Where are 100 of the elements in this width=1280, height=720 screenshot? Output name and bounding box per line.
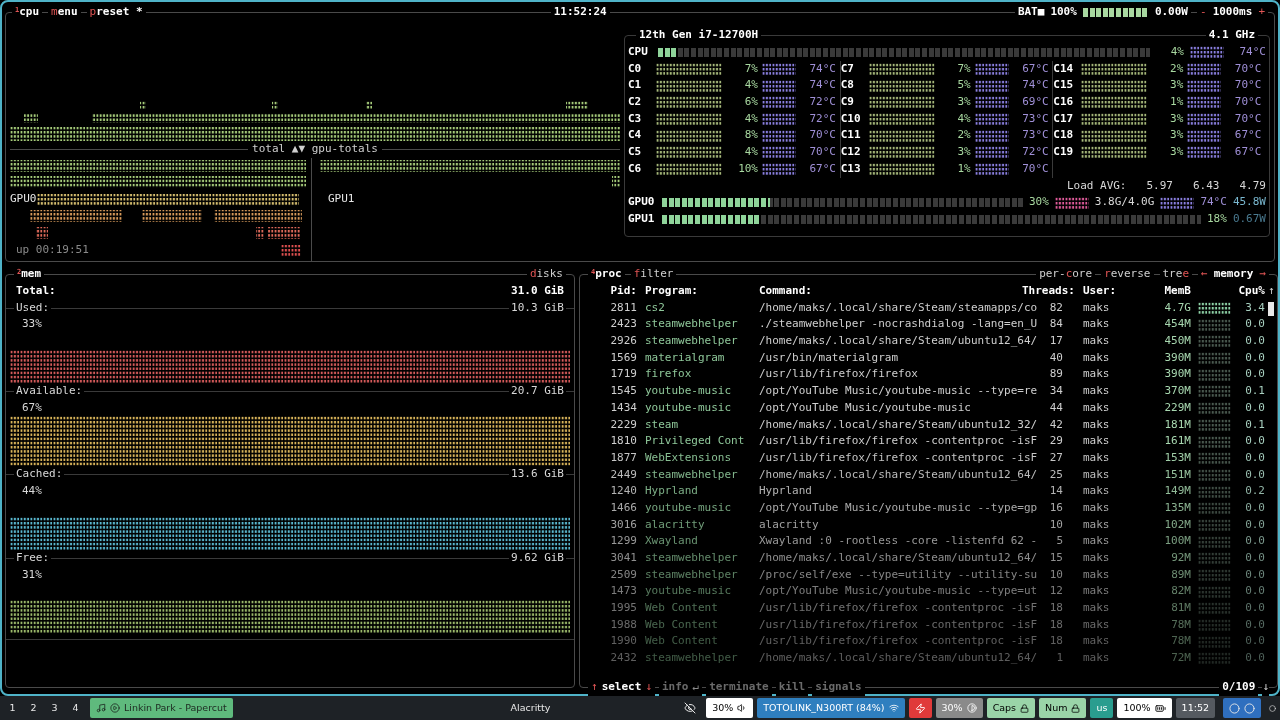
workspace-button[interactable]: 1	[4, 703, 21, 713]
load-average-value: 5.97	[1146, 177, 1173, 194]
temperature-meter-drawing	[974, 113, 1009, 126]
temperature-meter-drawing	[762, 63, 796, 76]
temperature-meter-drawing	[974, 129, 1009, 142]
cpu-history-bar	[366, 101, 372, 109]
user-cell-text: maks	[1083, 299, 1111, 316]
lock-icon	[1020, 703, 1030, 713]
eye-off-icon[interactable]	[684, 702, 697, 714]
cpu-usage-mini-graph-drawing	[1198, 652, 1231, 665]
temperature-meter-drawing	[762, 96, 796, 109]
memory-cell-text: 390M	[1163, 366, 1191, 383]
tray-app-icon[interactable]	[1244, 702, 1255, 714]
core-usage-graph-drawing	[656, 63, 722, 76]
select-down-arrow[interactable]: ↓	[645, 679, 652, 696]
gpu-power: 0.67W	[1232, 210, 1266, 227]
music-note-icon	[96, 703, 106, 713]
core-usage-graph-drawing	[868, 63, 935, 76]
core-temperature: 72°C	[808, 110, 836, 127]
cpu-cell-text: 0.0	[1244, 433, 1265, 450]
cpu-usage-mini-graph-drawing	[1198, 368, 1231, 381]
sort-next[interactable]: →	[1259, 266, 1266, 283]
program-cell-text: steamwebhelper	[645, 650, 739, 667]
taskbar-clock[interactable]: 11:52	[1175, 698, 1215, 718]
cpu-cell-text: 0.0	[1244, 533, 1265, 550]
core-usage-graph-drawing	[1081, 96, 1148, 109]
temperature-meter-drawing	[1187, 146, 1222, 159]
threads-cell-text: 27	[1048, 449, 1063, 466]
interval-decrease[interactable]: -	[1200, 4, 1207, 21]
cpu-history-bar	[140, 101, 146, 109]
threads-cell-text: 89	[1048, 366, 1063, 383]
core-label: C2	[628, 94, 643, 111]
command-cell-text: /usr/lib/firefox/firefox -contentproc -isF	[759, 600, 1039, 617]
num-lock-indicator[interactable]: Num	[1039, 698, 1087, 718]
core-temperature: 74°C	[808, 60, 836, 77]
program-cell-text: steamwebhelper	[645, 566, 739, 583]
command-cell-text: /opt/YouTube Music/youtube-music	[759, 399, 972, 416]
program-cell-text: Web Content	[645, 616, 719, 633]
core-temperature: 70°C	[808, 127, 836, 144]
command-cell-text: Xwayland :0 -rootless -core -listenfd 62 -	[759, 533, 1039, 550]
scrollbar-thumb[interactable]	[1268, 301, 1274, 316]
sort-previous[interactable]: ←	[1201, 266, 1208, 283]
memory-cell-text: 78M	[1170, 616, 1191, 633]
memory-label: Used:	[15, 299, 51, 316]
scroll-up-arrow[interactable]: ↑	[1268, 283, 1275, 300]
command-cell-text: Hyprland	[759, 483, 813, 500]
process-action[interactable]: signals	[812, 679, 865, 696]
core-temperature: 72°C	[1021, 144, 1049, 161]
caps-lock-indicator[interactable]: Caps	[986, 698, 1036, 718]
process-action[interactable]: kill	[775, 679, 809, 696]
battery-indicator[interactable]: 100%	[1117, 698, 1172, 718]
command-cell-text: alacritty	[759, 516, 820, 533]
memory-cell-text: 135M	[1163, 499, 1191, 516]
threads-cell-text: 84	[1048, 316, 1063, 333]
process-action[interactable]: info ↵	[659, 679, 703, 696]
media-player[interactable]: Linkin Park - Papercut	[90, 698, 233, 718]
cpu-usage-mini-graph-drawing	[1198, 335, 1231, 348]
select-action[interactable]: select	[601, 679, 642, 696]
user-cell-text: maks	[1083, 416, 1111, 433]
core-percent: 2%	[956, 127, 971, 144]
program-cell-text: steamwebhelper	[645, 550, 739, 566]
core-percent: 2%	[1169, 60, 1184, 77]
command-cell-text: /usr/lib/firefox/firefox -contentproc -isF	[759, 449, 1039, 466]
interval-increase[interactable]: +	[1258, 4, 1265, 21]
workspace-button[interactable]: 2	[25, 703, 42, 713]
cpu-cell-text: 0.0	[1244, 466, 1265, 483]
user-cell-text: maks	[1083, 650, 1111, 667]
gpu-power: 45.8W	[1232, 194, 1266, 211]
select-up-arrow[interactable]: ↑	[591, 679, 598, 696]
memory-percent: 67%	[21, 399, 43, 416]
workspace-button[interactable]: 4	[67, 703, 84, 713]
workspace-button[interactable]: 3	[46, 703, 63, 713]
cpu-cell-text: 0.0	[1244, 366, 1265, 383]
process-action[interactable]: terminate	[706, 679, 772, 696]
user-cell-text: maks	[1083, 499, 1111, 516]
core-usage-graph-drawing	[868, 129, 935, 142]
core-label: C19	[1053, 144, 1075, 161]
cpu-usage-mini-graph-drawing	[1198, 535, 1231, 548]
threads-cell-text: 18	[1048, 600, 1063, 617]
power-indicator[interactable]	[908, 698, 932, 718]
pid-cell-text: 1240	[609, 483, 637, 500]
pid-cell-text: 1719	[609, 366, 637, 383]
column-header: Command:	[759, 283, 813, 299]
column-header: MemB	[1163, 283, 1191, 299]
window-title: Alacritty	[510, 703, 551, 713]
network-indicator[interactable]: TOTOLINK_N300RT (84%)	[757, 698, 905, 718]
core-percent: 4%	[956, 110, 971, 127]
user-cell-text: maks	[1083, 433, 1111, 450]
tray-app-icon[interactable]	[1229, 702, 1240, 714]
threads-cell-text: 10	[1048, 516, 1063, 533]
cpu-history-bar	[24, 113, 38, 123]
sort-field: memory	[1213, 266, 1254, 283]
core-usage-graph-drawing	[656, 146, 722, 159]
cpu-cell-text: 0.0	[1244, 583, 1265, 600]
volume-indicator[interactable]: 30%	[706, 698, 754, 718]
command-cell-text: /usr/lib/firefox/firefox	[759, 366, 919, 383]
core-percent: 3%	[1169, 110, 1184, 127]
core-usage-graph-drawing	[1081, 63, 1148, 76]
pid-cell-text: 1569	[609, 349, 637, 366]
notification-icon[interactable]	[1269, 704, 1276, 712]
